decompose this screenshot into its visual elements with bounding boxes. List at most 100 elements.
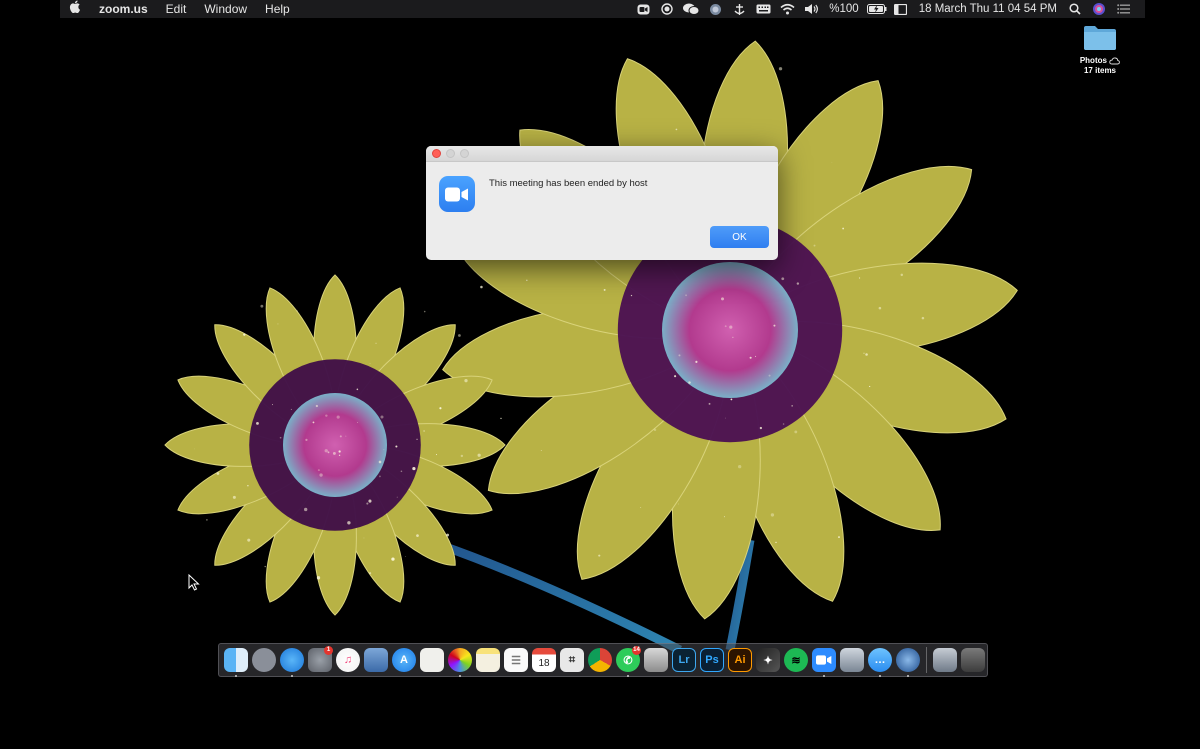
sparkle — [769, 375, 771, 377]
sparkle — [797, 282, 799, 284]
volume-icon[interactable] — [799, 0, 823, 18]
dock-item-illustrator[interactable]: Ai — [726, 643, 754, 677]
dock-item-gear[interactable]: 1 — [306, 643, 334, 677]
sparkle — [771, 513, 774, 516]
dock-item-finder[interactable] — [222, 643, 250, 677]
dock-item-music[interactable]: ♫ — [334, 643, 362, 677]
textedit-icon — [420, 648, 444, 672]
wechat-icon[interactable] — [679, 0, 703, 18]
dock-item-final-cut[interactable]: ✦ — [754, 643, 782, 677]
dock-item-downloads-stack[interactable] — [931, 643, 959, 677]
sparkle — [366, 503, 368, 505]
dock-item-app-store[interactable]: A — [390, 643, 418, 677]
dock-item-messages[interactable]: … — [866, 643, 894, 677]
dock-item-calendar[interactable]: 18 — [530, 643, 558, 677]
sparkle — [346, 436, 347, 437]
sparkle — [333, 452, 336, 455]
battery-charging-icon[interactable] — [865, 0, 889, 18]
sparkle — [339, 455, 340, 456]
sparkle — [859, 277, 860, 278]
messages-icon: … — [868, 648, 892, 672]
keyboard-icon[interactable] — [751, 0, 775, 18]
vpn-globe-icon[interactable] — [703, 0, 727, 18]
sparkle — [631, 295, 632, 296]
dock-item-zoom[interactable] — [810, 643, 838, 677]
close-window-button[interactable] — [432, 149, 441, 158]
running-indicator — [627, 675, 629, 677]
dock-item-photoshop[interactable]: Ps — [698, 643, 726, 677]
dock-item-notes[interactable] — [474, 643, 502, 677]
anchor-icon[interactable] — [727, 0, 751, 18]
menu-help[interactable]: Help — [256, 0, 299, 18]
zoom-status-icon[interactable] — [631, 0, 655, 18]
sparkle — [869, 386, 870, 387]
desktop-folder-photos[interactable]: Photos 17 items — [1070, 24, 1130, 76]
record-icon[interactable] — [655, 0, 679, 18]
sparkle — [678, 354, 680, 356]
sparkle — [781, 277, 784, 280]
sparkle — [721, 297, 724, 300]
dock-item-screenshot[interactable]: ⌗ — [558, 643, 586, 677]
menu-window[interactable]: Window — [195, 0, 256, 18]
sparkle — [478, 454, 481, 457]
menu-app-name[interactable]: zoom.us — [90, 0, 157, 18]
sparkle — [319, 473, 322, 476]
safari-icon — [280, 648, 304, 672]
dock-item-chrome[interactable] — [586, 643, 614, 677]
dock-item-lightroom[interactable]: Lr — [670, 643, 698, 677]
wifi-icon[interactable] — [775, 0, 799, 18]
sparkle — [865, 353, 868, 356]
dock-item-launchpad[interactable] — [250, 643, 278, 677]
app-store-icon: A — [392, 648, 416, 672]
sparkle — [436, 454, 437, 455]
sparkle — [439, 407, 441, 409]
dock-item-reminders[interactable]: ☰ — [502, 643, 530, 677]
notification-center-icon[interactable] — [1111, 0, 1135, 18]
dock-item-preview[interactable] — [362, 643, 390, 677]
sparkle — [313, 422, 315, 424]
screenshot-icon: ⌗ — [560, 648, 584, 672]
dock-item-screen-share[interactable] — [838, 643, 866, 677]
dock-item-photos[interactable] — [446, 643, 474, 677]
apple-menu-icon[interactable] — [60, 0, 90, 18]
flower-center — [662, 262, 798, 398]
dock-item-textedit[interactable] — [418, 643, 446, 677]
siri-icon[interactable] — [1087, 0, 1111, 18]
sparkle — [304, 508, 307, 511]
dock-item-trash[interactable] — [959, 643, 987, 677]
sparkle — [368, 500, 371, 503]
sparkle — [750, 357, 752, 359]
sparkle — [725, 325, 727, 327]
sparkle — [379, 461, 382, 464]
notification-list-icon[interactable] — [889, 0, 913, 18]
disk-icon — [644, 648, 668, 672]
sparkle — [464, 379, 467, 382]
sparkle — [724, 516, 725, 517]
dialog-titlebar[interactable] — [426, 146, 778, 162]
sparkle — [217, 472, 220, 475]
sparkle — [369, 572, 371, 574]
dock-item-disk[interactable] — [642, 643, 670, 677]
sparkle — [654, 429, 656, 431]
menu-edit[interactable]: Edit — [157, 0, 196, 18]
sparkle — [328, 451, 330, 453]
running-indicator — [907, 675, 909, 677]
menubar-clock[interactable]: 18 March Thu 11 04 54 PM — [913, 0, 1063, 18]
folder-icon — [1083, 24, 1117, 51]
dock-item-whatsapp[interactable]: ✆ 14 — [614, 643, 642, 677]
sparkle — [688, 381, 690, 383]
sparkle — [316, 405, 318, 407]
dock-item-spotify[interactable]: ≋ — [782, 643, 810, 677]
dock-item-quicktime[interactable] — [894, 643, 922, 677]
calendar-icon: 18 — [532, 648, 556, 672]
notes-icon — [476, 648, 500, 672]
ok-button[interactable]: OK — [710, 226, 769, 248]
running-indicator — [823, 675, 825, 677]
sparkle — [598, 555, 600, 557]
battery-percent: %100 — [823, 0, 864, 18]
sparkle — [863, 353, 864, 354]
sparkle — [347, 521, 350, 524]
dock-item-safari[interactable] — [278, 643, 306, 677]
sparkle — [424, 311, 426, 313]
spotlight-search-icon[interactable] — [1063, 0, 1087, 18]
